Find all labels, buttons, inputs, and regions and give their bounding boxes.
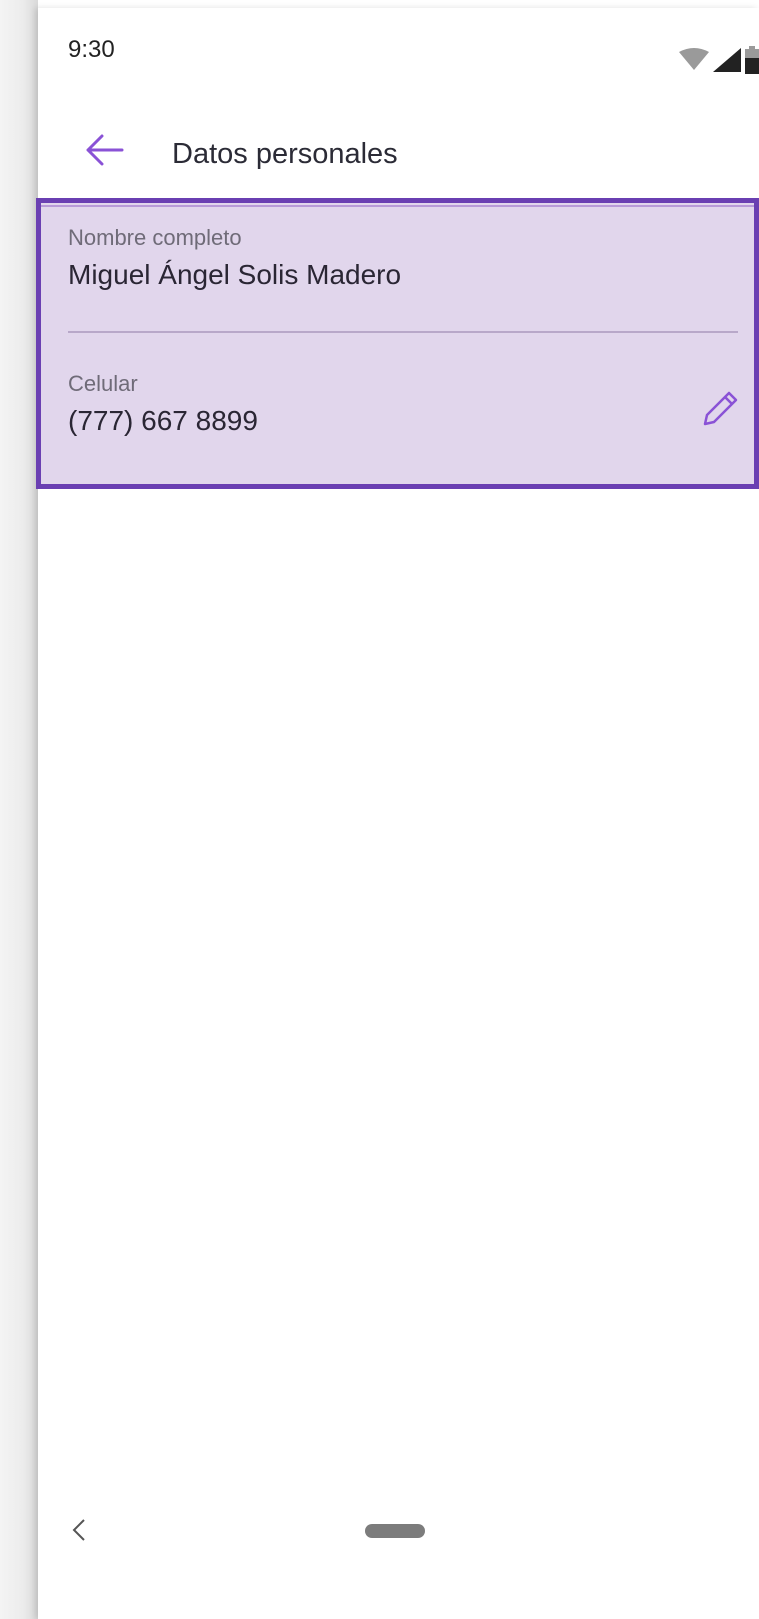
phone-value: (777) 667 8899 (68, 405, 258, 436)
wifi-icon (679, 48, 709, 77)
device-shadow (0, 0, 38, 1619)
status-icons (679, 46, 759, 79)
home-pill-icon[interactable] (365, 1524, 425, 1538)
page-title: Datos personales (172, 138, 398, 170)
nav-back-button[interactable] (68, 1518, 92, 1542)
back-button[interactable] (76, 124, 132, 180)
field-divider (68, 331, 738, 333)
edit-phone-button[interactable] (698, 387, 744, 433)
arrow-left-icon (84, 134, 124, 171)
phone-screen: 9:30 Datos personales Nombre completo Mi… (36, 8, 759, 1619)
pencil-icon (702, 389, 740, 432)
battery-icon (745, 46, 759, 79)
full-name-label: Nombre completo (68, 225, 242, 250)
personal-data-card: Nombre completo Miguel Ángel Solis Mader… (36, 198, 759, 489)
status-bar: 9:30 (38, 8, 759, 94)
phone-label: Celular (68, 371, 138, 396)
page: 9:30 Datos personales Nombre completo Mi… (0, 0, 759, 1619)
full-name-field: Nombre completo Miguel Ángel Solis Mader… (68, 225, 401, 291)
signal-icon (713, 48, 741, 77)
app-bar: Datos personales (38, 108, 759, 200)
status-time: 9:30 (68, 36, 115, 63)
chevron-left-icon (68, 1519, 92, 1546)
phone-field: Celular (777) 667 8899 (68, 371, 258, 437)
full-name-value: Miguel Ángel Solis Madero (68, 259, 402, 290)
